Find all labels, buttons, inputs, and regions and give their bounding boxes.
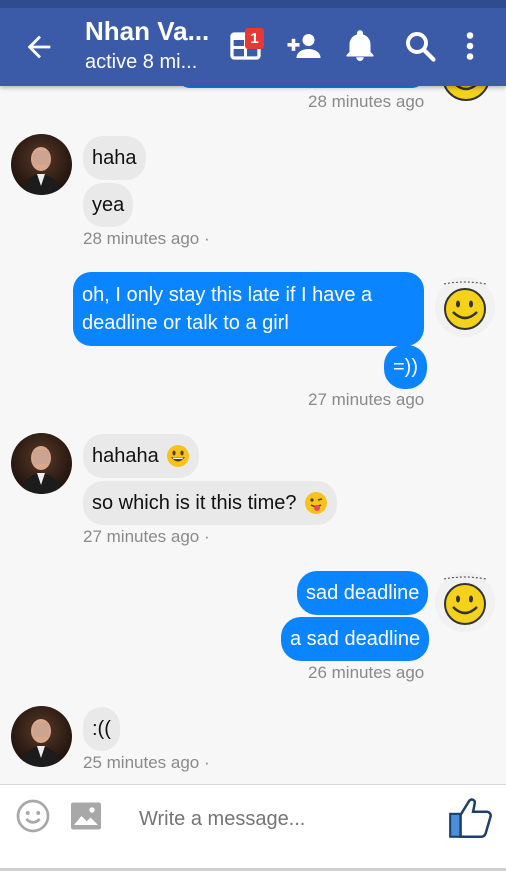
outgoing-bubble[interactable]: oh, I only stay this late if I have a de… <box>73 272 424 346</box>
smiley-avatar-icon <box>435 572 495 632</box>
person-photo-icon <box>21 719 61 767</box>
person-photo-icon <box>21 147 61 195</box>
smiley-avatar-icon <box>443 86 489 101</box>
tongue-emoji-icon <box>304 492 327 514</box>
person-photo-icon <box>21 446 61 494</box>
message-input[interactable] <box>130 799 420 839</box>
incoming-bubble[interactable]: haha <box>83 136 146 180</box>
message-timestamp: 28 minutes ago <box>308 92 425 111</box>
message-timestamp: 25 minutes ago · <box>83 753 210 772</box>
thumbs-up-icon[interactable] <box>446 793 496 843</box>
status-strip <box>0 0 506 8</box>
bell-icon[interactable] <box>342 28 378 64</box>
emoji-icon[interactable] <box>15 798 51 834</box>
bubble-text: so which is it this time? <box>92 492 297 514</box>
contact-avatar[interactable] <box>11 433 72 494</box>
message-timestamp: 26 minutes ago <box>308 663 425 682</box>
incoming-bubble[interactable]: so which is it this time? <box>83 481 337 525</box>
bubble-text-line: oh, I only stay this late if I have a <box>82 284 373 306</box>
contact-info[interactable]: Nhan Va... active 8 mi... <box>85 16 220 74</box>
outgoing-bubble[interactable]: a sad deadline <box>281 617 430 661</box>
bubble-text-line: deadline or talk to a girl <box>82 312 289 334</box>
outgoing-bubble-partial[interactable] <box>178 86 424 88</box>
add-person-icon[interactable] <box>286 28 322 64</box>
bubble-text: hahaha <box>92 445 159 467</box>
incoming-bubble[interactable]: hahaha <box>83 434 199 478</box>
event-count-badge: 1 <box>245 28 264 49</box>
message-timestamp: 28 minutes ago · <box>83 229 210 248</box>
contact-avatar[interactable] <box>11 706 72 767</box>
message-composer <box>0 784 506 871</box>
outgoing-bubble[interactable]: =)) <box>384 345 427 389</box>
message-list[interactable]: 28 minutes ago haha yea 28 minutes ago ·… <box>0 86 506 784</box>
contact-avatar[interactable] <box>11 134 72 195</box>
message-timestamp: 27 minutes ago <box>308 390 425 409</box>
incoming-bubble[interactable]: :(( <box>83 707 120 751</box>
contact-name: Nhan Va... <box>85 16 210 46</box>
image-icon[interactable] <box>68 798 104 834</box>
outgoing-bubble[interactable]: sad deadline <box>297 571 429 615</box>
search-icon[interactable] <box>402 28 438 64</box>
back-arrow-icon[interactable] <box>22 30 56 64</box>
incoming-bubble[interactable]: yea <box>83 183 134 227</box>
grinning-emoji-icon <box>166 445 189 467</box>
more-vert-icon[interactable] <box>452 28 488 64</box>
active-status: active 8 mi... <box>85 51 198 73</box>
message-timestamp: 27 minutes ago · <box>83 527 210 546</box>
smiley-avatar-icon <box>435 277 495 337</box>
conversation-header: Nhan Va... active 8 mi... 1 <box>0 0 506 86</box>
